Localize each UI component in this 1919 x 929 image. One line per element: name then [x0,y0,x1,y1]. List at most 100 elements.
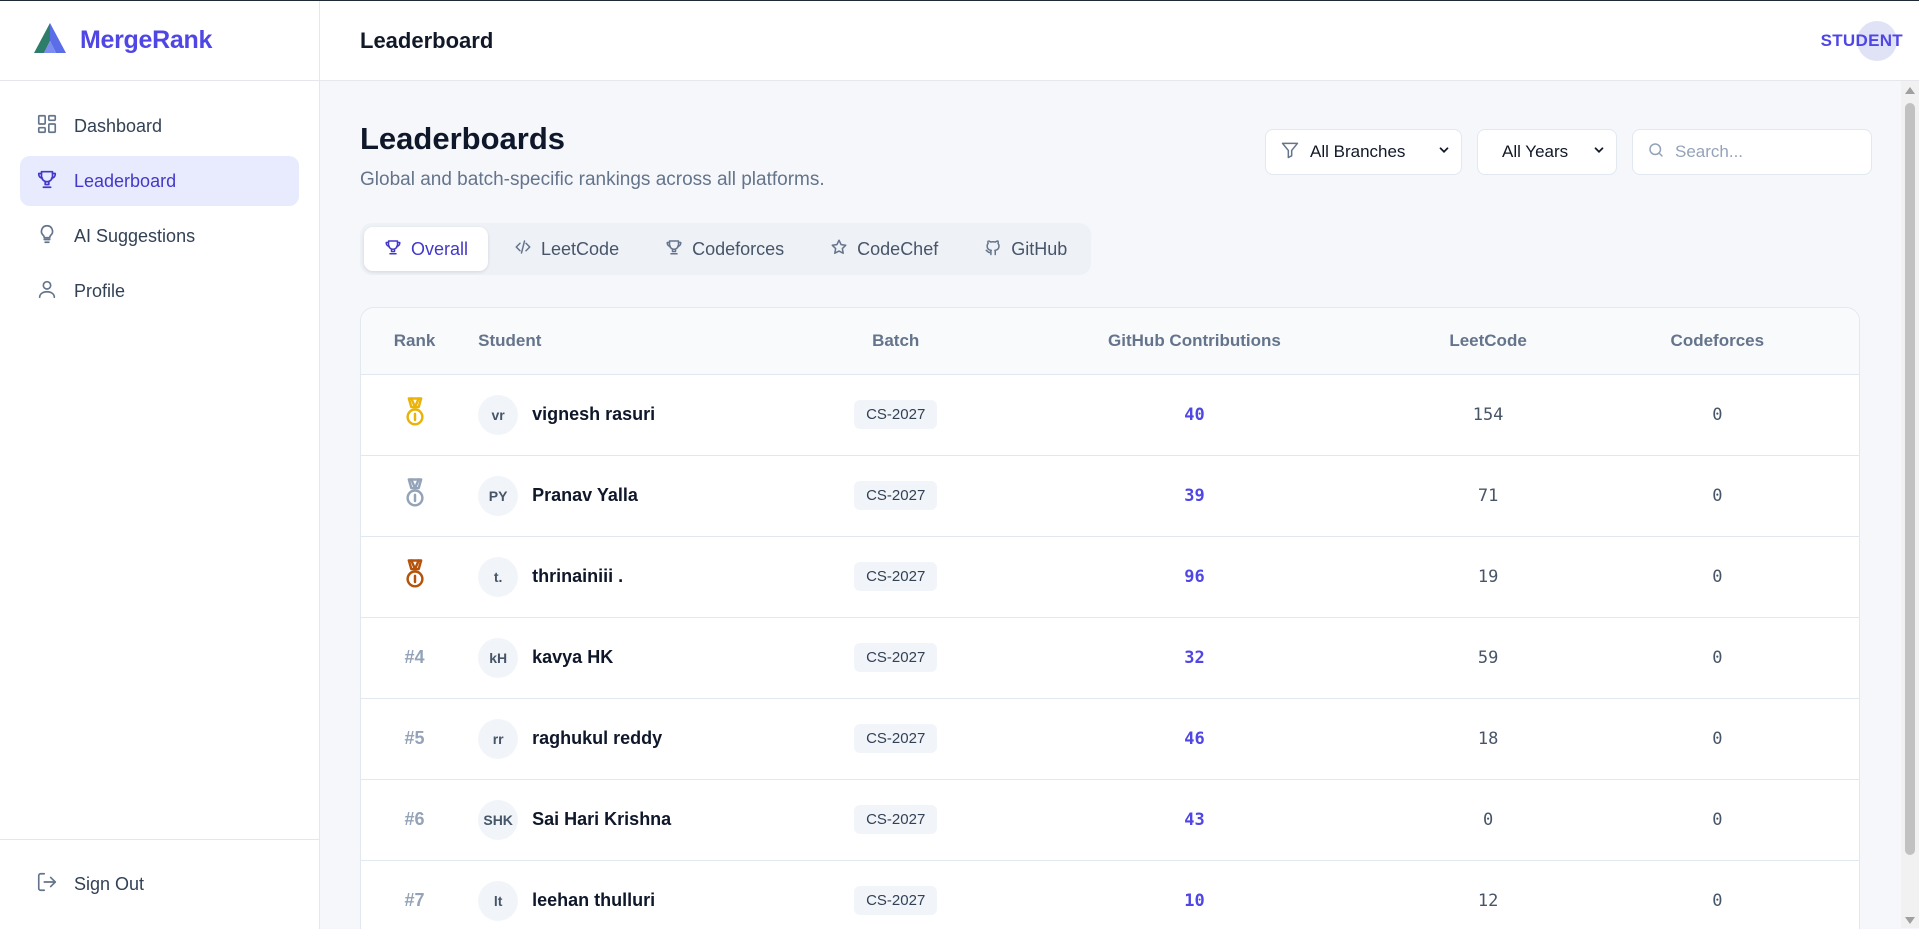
leetcode-score: 12 [1477,890,1499,911]
sidebar-item-label: Profile [74,280,126,301]
sidebar-item-ai-suggestions[interactable]: AI Suggestions [20,211,299,261]
column-header-student[interactable]: Student [468,308,803,375]
sidebar-item-dashboard[interactable]: Dashboard [20,101,299,151]
search-input[interactable] [1675,142,1855,162]
codeforces-score: 0 [1712,566,1723,587]
avatar: kH [478,637,519,678]
platform-tabs: Overall LeetCode Codeforces CodeChef Git… [360,223,1092,275]
student-cell: t. thrinainiii . [468,556,803,597]
tab-codeforces[interactable]: Codeforces [645,227,804,271]
chevron-down-icon [1437,142,1451,162]
student-name[interactable]: thrinainiii . [532,566,623,587]
student-name[interactable]: Pranav Yalla [532,485,638,506]
filter-icon [1280,140,1300,165]
sign-out-button[interactable]: Sign Out [20,871,144,898]
tab-leetcode[interactable]: LeetCode [494,227,639,271]
sidebar: MergeRank Dashboard Leaderboard AI Sugge… [0,1,320,929]
table-row[interactable]: #4 kH kavya HK CS-2027 32 59 0 [361,617,1859,698]
codeforces-score: 0 [1712,404,1723,425]
tab-github[interactable]: GitHub [964,227,1087,271]
sidebar-item-profile[interactable]: Profile [20,266,299,316]
role-badge[interactable]: STUDENT [1820,20,1903,61]
codeforces-score: 0 [1712,809,1723,830]
column-header-github[interactable]: GitHub Contributions [988,308,1401,375]
codeforces-score: 0 [1712,890,1723,911]
student-name[interactable]: kavya HK [532,647,613,668]
silver-medal-icon [400,478,430,513]
dashboard-icon [36,113,58,140]
leaderboard-table: Rank Student Batch GitHub Contributions … [360,307,1860,929]
student-cell: kH kavya HK [468,637,803,678]
scrollbar[interactable] [1901,81,1919,928]
filters: All Branches All Years [1265,129,1872,175]
year-select[interactable]: All Years [1477,129,1617,175]
trophy-icon [665,238,683,261]
table-row[interactable]: #5 rr raghukul reddy CS-2027 46 18 0 [361,698,1859,779]
topbar-title: Leaderboard [360,27,494,53]
codeforces-score: 0 [1712,485,1723,506]
codeforces-score: 0 [1712,728,1723,749]
github-contributions: 46 [1184,728,1205,749]
gold-medal-icon [400,397,430,432]
batch-badge: CS-2027 [854,886,938,915]
tab-label: GitHub [1011,238,1068,259]
github-contributions: 39 [1184,485,1205,506]
rank-number: #6 [404,809,425,829]
scroll-up-arrow-icon[interactable] [1905,87,1915,94]
codeforces-score: 0 [1712,647,1723,668]
student-name[interactable]: vignesh rasuri [532,404,655,425]
avatar: t. [478,556,519,597]
batch-badge: CS-2027 [854,805,938,834]
batch-badge: CS-2027 [854,481,938,510]
batch-badge: CS-2027 [854,400,938,429]
table-row[interactable]: vr vignesh rasuri CS-2027 40 154 0 [361,374,1859,455]
year-select-value: All Years [1502,142,1569,161]
github-contributions: 40 [1184,404,1205,425]
table-row[interactable]: PY Pranav Yalla CS-2027 39 71 0 [361,455,1859,536]
page-title: Leaderboards [360,121,566,156]
table-header-row: Rank Student Batch GitHub Contributions … [361,308,1859,375]
scroll-down-arrow-icon[interactable] [1905,917,1915,924]
leetcode-score: 18 [1477,728,1499,749]
sidebar-item-label: Leaderboard [74,170,177,191]
trophy-icon [384,238,402,261]
table-row[interactable]: #6 SHK Sai Hari Krishna CS-2027 43 0 0 [361,779,1859,860]
branch-select[interactable]: All Branches [1265,129,1462,175]
avatar: SHK [478,799,519,840]
scroll-thumb[interactable] [1905,103,1915,855]
github-icon [984,238,1002,261]
github-contributions: 96 [1184,566,1205,587]
student-name[interactable]: raghukul reddy [532,728,662,749]
student-cell: lt leehan thulluri [468,880,803,921]
tab-label: CodeChef [857,238,939,259]
sidebar-footer: Sign Out [0,839,319,929]
column-header-codeforces[interactable]: Codeforces [1575,308,1859,375]
leetcode-score: 19 [1477,566,1499,587]
column-header-rank[interactable]: Rank [361,308,469,375]
tab-overall[interactable]: Overall [364,227,489,271]
github-contributions: 10 [1184,890,1205,911]
table-row[interactable]: t. thrinainiii . CS-2027 96 19 0 [361,536,1859,617]
logout-icon [36,871,58,898]
tab-label: Overall [411,238,469,259]
table-row[interactable]: #7 lt leehan thulluri CS-2027 10 12 0 [361,860,1859,929]
code-icon [514,238,532,261]
column-header-leetcode[interactable]: LeetCode [1400,308,1576,375]
rank-number: #4 [404,647,425,667]
mergerank-logo-icon [30,21,70,60]
sidebar-nav: Dashboard Leaderboard AI Suggestions Pro… [0,81,319,839]
leetcode-score: 59 [1477,647,1499,668]
student-name[interactable]: Sai Hari Krishna [532,809,671,830]
github-contributions: 32 [1184,647,1205,668]
role-label: STUDENT [1820,30,1903,50]
brand[interactable]: MergeRank [0,1,319,81]
avatar: lt [478,880,519,921]
avatar: rr [478,718,519,759]
column-header-batch[interactable]: Batch [802,308,989,375]
sidebar-item-leaderboard[interactable]: Leaderboard [20,156,299,206]
student-name[interactable]: leehan thulluri [532,890,655,911]
tab-codechef[interactable]: CodeChef [810,227,958,271]
student-cell: rr raghukul reddy [468,718,803,759]
student-cell: PY Pranav Yalla [468,475,803,516]
rank-number: #7 [404,890,425,910]
